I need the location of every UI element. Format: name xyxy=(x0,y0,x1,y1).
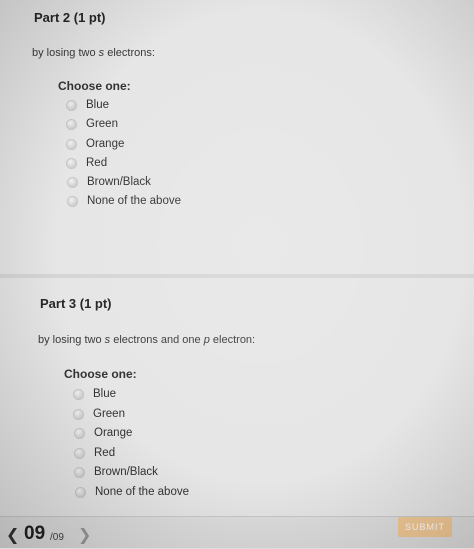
radio-icon[interactable] xyxy=(66,138,77,150)
radio-icon[interactable] xyxy=(66,118,77,130)
part-3-option-orange[interactable]: Orange xyxy=(74,427,132,439)
part-3-prompt: by losing two s electrons and one p elec… xyxy=(38,334,255,346)
radio-icon[interactable] xyxy=(66,99,77,111)
option-label: Brown/Black xyxy=(94,466,158,478)
part-2-option-red[interactable]: Red xyxy=(66,157,107,169)
option-label: None of the above xyxy=(87,195,181,207)
prompt-text: electrons and one xyxy=(110,334,204,346)
option-label: Orange xyxy=(86,138,125,150)
radio-icon[interactable] xyxy=(66,157,77,169)
prompt-text: electron: xyxy=(209,334,256,346)
radio-icon[interactable] xyxy=(74,466,85,478)
option-label: Red xyxy=(86,157,108,169)
part-2-title: Part 2 (1 pt) xyxy=(34,10,106,25)
part-3-option-brown-black[interactable]: Brown/Black xyxy=(74,466,158,478)
option-label: Red xyxy=(94,447,116,459)
footer-bar: ❮ 09 /09 ❯ SUBMIT xyxy=(0,516,474,549)
part-2-option-blue[interactable]: Blue xyxy=(66,99,109,111)
option-label: Green xyxy=(86,118,118,130)
page-total: /09 xyxy=(50,532,64,543)
prompt-text: by losing two xyxy=(38,334,105,346)
radio-icon[interactable] xyxy=(74,427,85,439)
prompt-text: by losing two xyxy=(32,47,99,59)
part-3-option-red[interactable]: Red xyxy=(74,447,115,459)
part-3-option-blue[interactable]: Blue xyxy=(73,388,116,400)
part-3-title: Part 3 (1 pt) xyxy=(40,296,112,311)
radio-icon[interactable] xyxy=(75,486,86,498)
part-2-option-brown-black[interactable]: Brown/Black xyxy=(67,176,151,188)
option-label: Brown/Black xyxy=(87,176,151,188)
option-label: Blue xyxy=(93,388,117,400)
radio-icon[interactable] xyxy=(73,388,84,400)
prompt-text: electrons: xyxy=(104,47,155,59)
part-3-option-none[interactable]: None of the above xyxy=(75,486,189,498)
part-2-option-none[interactable]: None of the above xyxy=(67,195,181,207)
radio-icon[interactable] xyxy=(74,447,85,459)
part-3-option-green[interactable]: Green xyxy=(73,408,125,420)
section-divider xyxy=(0,274,474,278)
page-current: 09 xyxy=(24,523,46,544)
radio-icon[interactable] xyxy=(67,195,78,207)
radio-icon[interactable] xyxy=(67,176,78,188)
option-label: Blue xyxy=(86,99,110,111)
part-3-choose-label: Choose one: xyxy=(64,367,137,381)
chevron-right-icon[interactable]: ❯ xyxy=(78,525,91,545)
part-2-option-green[interactable]: Green xyxy=(66,118,118,130)
option-label: None of the above xyxy=(95,486,189,498)
option-label: Orange xyxy=(94,427,133,439)
part-2-prompt: by losing two s electrons: xyxy=(32,47,155,59)
part-2-option-orange[interactable]: Orange xyxy=(66,138,124,150)
part-2-choose-label: Choose one: xyxy=(58,79,131,93)
option-label: Green xyxy=(93,408,125,420)
chevron-left-icon[interactable]: ❮ xyxy=(6,525,19,545)
submit-button[interactable]: SUBMIT xyxy=(398,517,452,537)
radio-icon[interactable] xyxy=(73,408,84,420)
